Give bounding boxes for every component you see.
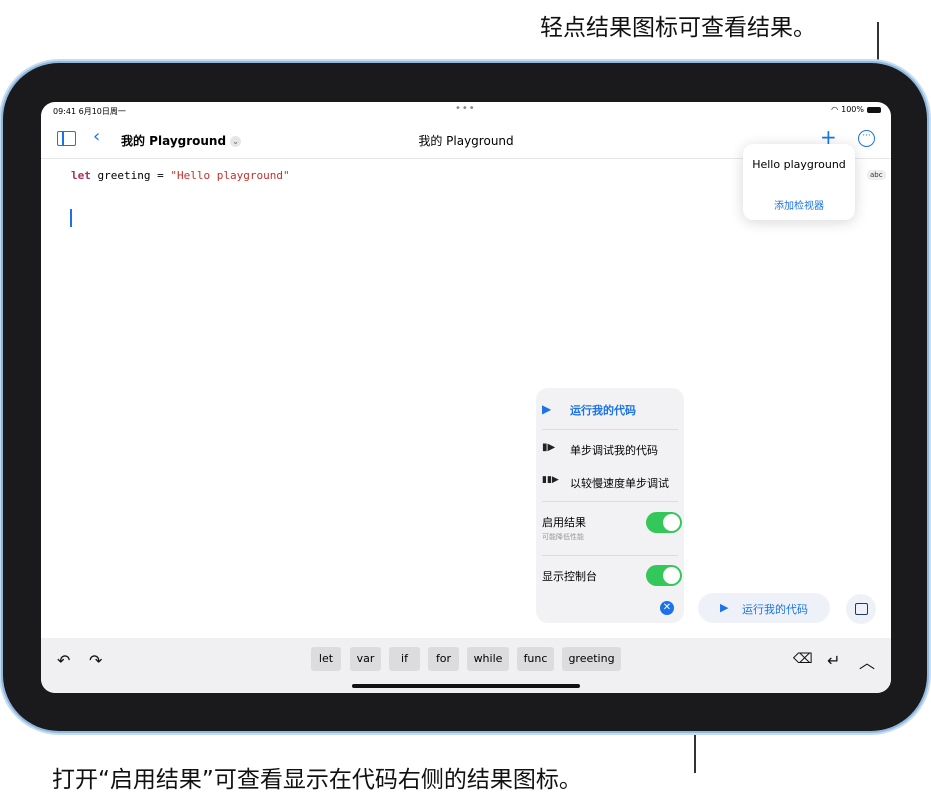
close-menu-icon[interactable]: ✕ [660, 601, 674, 615]
chevron-up-icon[interactable]: ︿ [859, 649, 875, 673]
play-icon: ▶ [720, 601, 729, 614]
step-icon: ▮▶ [542, 442, 556, 453]
show-console-label: 显示控制台 [542, 570, 597, 583]
undo-icon[interactable]: ↶ [57, 651, 70, 670]
annotation-top: 轻点结果图标可查看结果。 [540, 15, 816, 41]
console-icon [855, 603, 868, 615]
shortcut-let[interactable]: let [311, 647, 341, 671]
shortcut-for[interactable]: for [428, 647, 459, 671]
run-code-button[interactable]: ▶ 运行我的代码 [698, 593, 830, 623]
more-icon[interactable]: ··· [858, 130, 875, 147]
shortcut-func[interactable]: func [517, 647, 554, 671]
status-bar: 09:41 6月10日周一 ••• ◠ 100% [41, 102, 891, 120]
battery-icon [867, 106, 881, 113]
wifi-icon: ◠ [831, 105, 839, 114]
shortcut-bar: ↶ ↷ let var if for while func greeting ⌫… [41, 638, 891, 693]
shortcut-var[interactable]: var [350, 647, 381, 671]
battery-percent: 100% [841, 105, 864, 114]
home-indicator [352, 684, 580, 688]
return-key-icon[interactable]: ↵ [827, 651, 840, 670]
annotation-bottom: 打开“启用结果”可查看显示在代码右侧的结果图标。 [52, 767, 582, 793]
status-time: 09:41 6月10日周一 [53, 107, 126, 116]
enable-results-label: 启用结果 [542, 516, 586, 529]
add-viewer-button[interactable]: 添加检视器 [743, 197, 855, 212]
result-popover: Hello playground 添加检视器 [743, 144, 855, 220]
code-line-1[interactable]: let greeting = "Hello playground" [71, 169, 290, 182]
shortcut-if[interactable]: if [389, 647, 420, 671]
shortcut-greeting[interactable]: greeting [562, 647, 621, 671]
shortcut-while[interactable]: while [467, 647, 509, 671]
step-slow-icon: ▮▮▶ [542, 475, 559, 485]
result-value: Hello playground [752, 158, 846, 171]
delete-key-icon[interactable]: ⌫ [793, 651, 813, 667]
status-right: ◠ 100% [831, 105, 881, 114]
text-cursor [70, 209, 72, 227]
play-icon: ▶ [542, 402, 552, 416]
ipad-screen: 09:41 6月10日周一 ••• ◠ 100% ‹ 我的 Playground… [41, 102, 891, 693]
console-button[interactable] [846, 594, 876, 624]
multitasking-dots[interactable]: ••• [455, 103, 476, 114]
redo-icon[interactable]: ↷ [89, 651, 102, 670]
enable-results-note: 可能降低性能 [542, 533, 584, 541]
result-badge[interactable]: abc [867, 170, 886, 180]
enable-results-toggle[interactable] [646, 512, 682, 533]
run-options-menu: ▶ 运行我的代码 ▮▶ 单步调试我的代码 ▮▮▶ 以较慢速度单步调试 启用结果 … [536, 388, 684, 623]
show-console-toggle[interactable] [646, 565, 682, 586]
